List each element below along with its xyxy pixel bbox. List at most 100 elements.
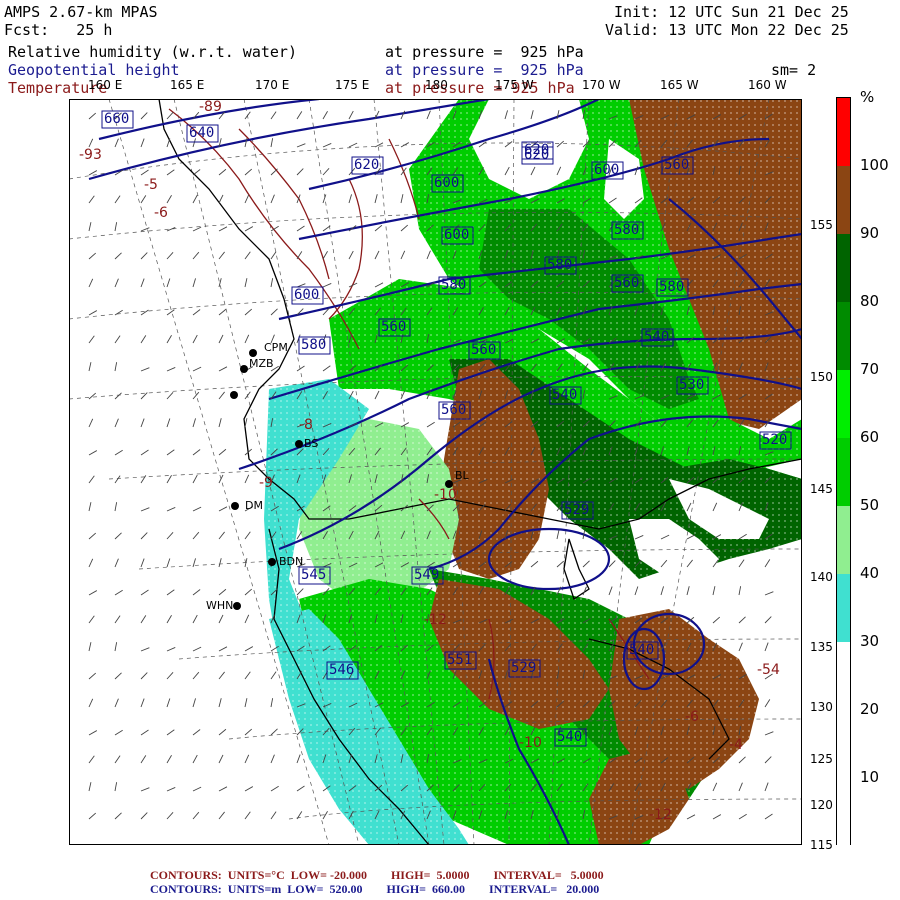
colorbar-segment [837,506,850,574]
height-label: 549 [414,567,439,583]
height-label: 560 [664,157,689,173]
height-label: 540 [644,329,669,345]
height-label: 580 [301,337,326,353]
colorbar-label: 50 [860,496,880,514]
colorbar-segment [837,98,850,166]
temperature-label: -9 [259,475,273,491]
latitude-label: 120 [810,798,833,812]
latitude-label: 135 [810,640,833,654]
longitude-label: 170 E [255,78,290,92]
height-label: 600 [434,175,459,191]
height-label: 560 [471,342,496,358]
latitude-label: 155 [810,218,833,232]
colorbar-label: 80 [860,292,880,310]
latitude-label: 150 [810,370,833,384]
colorbar-segment [837,574,850,642]
colorbar-segment [837,642,850,846]
temperature-label: -89 [199,99,222,115]
longitude-label: 160 E [88,78,123,92]
humidity-fill [69,99,802,845]
colorbar-label: 30 [860,632,880,650]
height-label: 600 [294,287,319,303]
valid-time: Valid: 13 UTC Mon 22 Dec 25 [605,21,849,39]
longitude-label: 165 W [660,78,699,92]
colorbar-segment [837,370,850,438]
station-label-bdn: BDN [279,555,303,568]
height-level: at pressure = 925 hPa [385,61,584,79]
height-label: 540 [557,729,582,745]
station-label-mzb: MZB [249,357,274,370]
colorbar-segment [837,166,850,234]
colorbar-label: 90 [860,224,880,242]
colorbar-segment [837,302,850,370]
colorbar-label: 100 [860,156,889,174]
colorbar-label: 20 [860,700,880,718]
height-label: 540 [629,642,654,658]
temp-level: at pressure = 925 hPa [385,79,575,97]
height-label: 530 [679,377,704,393]
colorbar-segment [837,234,850,302]
longitude-label: 175 E [335,78,370,92]
latitude-label: 140 [810,570,833,584]
colorbar-segment [837,438,850,506]
height-label: 529 [511,660,536,676]
height-label: 600 [444,227,469,243]
temperature-label: -6 [154,205,168,221]
height-label: 520 [762,432,787,448]
temperature-label: -10 [434,487,457,503]
longitude-label: 160 W [748,78,787,92]
station-label-bs: BS [304,437,318,450]
temperature-label: -4 [729,737,743,753]
rh-variable: Relative humidity (w.r.t. water) [8,43,297,61]
temperature-label: -54 [757,662,780,678]
height-label: 600 [594,162,619,178]
station-label-whn: WHN [206,599,233,612]
height-label: 540 [552,387,577,403]
longitude-label: 175 W [495,78,534,92]
temperature-label: -8 [299,417,313,433]
colorbar-label: 70 [860,360,880,378]
station-label-dm: DM [245,499,263,512]
height-label: 545 [301,567,326,583]
temperature-label: -5 [144,177,158,193]
latitude-label: 130 [810,700,833,714]
height-label: 580 [614,222,639,238]
height-label: 551 [447,652,472,668]
colorbar-label: 40 [860,564,880,582]
longitude-label: 165 E [170,78,205,92]
height-variable: Geopotential height [8,61,180,79]
rh-level: at pressure = 925 hPa [385,43,584,61]
station-label-bl: BL [455,469,470,482]
height-label: 580 [441,277,466,293]
height-label: 580 [547,257,572,273]
temperature-label: -10 [519,735,542,751]
temperature-label: -6 [685,709,699,725]
temperature-label: -93 [79,147,102,163]
colorbar-unit: % [860,88,875,106]
weather-map: CPM MZB BS DM BDN BL WHN 660 640 620 620 600… [69,99,802,845]
height-label: 560 [381,319,406,335]
height-label: 546 [329,662,354,678]
height-label: 660 [104,111,129,127]
colorbar-label: 10 [860,768,880,786]
height-label: 620 [354,157,379,173]
colorbar-label: 60 [860,428,880,446]
init-time: Init: 12 UTC Sun 21 Dec 25 [614,3,849,21]
temp-contour-legend: CONTOURS: UNITS=°C LOW= -20.000 HIGH= 5.… [150,868,604,882]
height-label: 529 [564,502,589,518]
latitude-label: 125 [810,752,833,766]
rh-speckle [69,99,802,845]
smoothing-label: sm= 2 [771,61,817,79]
temperature-label: -12 [424,612,447,628]
model-title: AMPS 2.67-km MPAS [4,3,158,21]
height-label: 560 [441,402,466,418]
station-label-cpm: CPM [264,341,288,354]
height-label: 620 [524,142,549,158]
height-label: 560 [614,275,639,291]
temperature-label: -12 [649,807,672,823]
longitude-label: 170 W [582,78,621,92]
latitude-label: 145 [810,482,833,496]
latitude-label: 115 [810,838,833,852]
height-label: 580 [659,279,684,295]
height-label: 640 [189,125,214,141]
